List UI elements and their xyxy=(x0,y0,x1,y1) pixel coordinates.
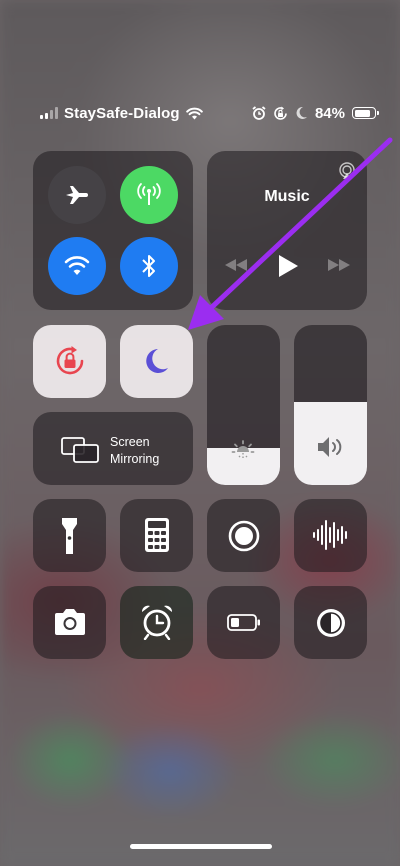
annotation-arrow xyxy=(188,137,393,330)
home-indicator[interactable] xyxy=(130,844,272,849)
